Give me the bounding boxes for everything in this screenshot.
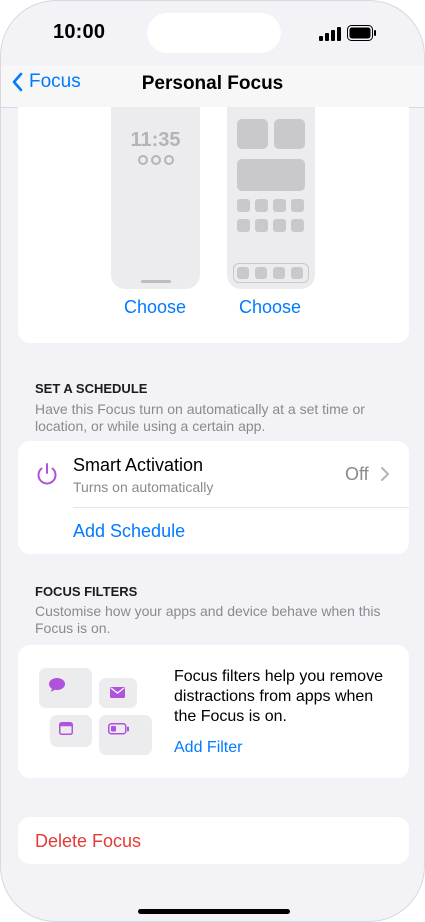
chevron-right-icon: [381, 467, 389, 481]
home-dock: [233, 263, 309, 283]
home-app-icon: [255, 199, 268, 212]
lock-screen-preview[interactable]: 11:35: [111, 107, 200, 289]
row-separator: [73, 507, 409, 508]
power-icon: [37, 463, 57, 485]
home-app-icon: [291, 199, 304, 212]
filter-tile: [99, 715, 152, 755]
home-indicator: [138, 909, 290, 914]
home-app-icon: [273, 199, 286, 212]
schedule-section-description: Have this Focus turn on automatically at…: [35, 401, 365, 434]
filters-section-description: Customise how your apps and device behav…: [35, 603, 381, 636]
home-app-icon: [273, 219, 286, 232]
delete-focus-label: Delete Focus: [35, 831, 142, 851]
battery-icon: [347, 25, 376, 41]
filters-section-header: FOCUS FILTERS: [35, 584, 138, 599]
add-filter-button[interactable]: Add Filter: [174, 739, 242, 757]
home-widget-tile: [237, 119, 268, 149]
filter-tile: [99, 678, 137, 708]
home-app-icon: [237, 219, 250, 232]
dynamic-island: [147, 13, 281, 53]
smart-activation-row[interactable]: Smart Activation Turns on automatically …: [18, 441, 409, 507]
status-time: 10:00: [53, 21, 106, 43]
focus-filters-card: Focus filters help you remove distractio…: [18, 645, 409, 778]
lock-screen-home-indicator: [141, 280, 171, 283]
home-app-icon: [291, 219, 304, 232]
home-widget-tile: [237, 159, 305, 191]
navigation-bar: Focus Personal Focus: [1, 65, 424, 108]
status-bar: 10:00: [1, 1, 424, 65]
schedule-card: Smart Activation Turns on automatically …: [18, 441, 409, 554]
page-title: Personal Focus: [141, 73, 284, 94]
home-screen-preview[interactable]: [227, 107, 315, 289]
filter-tile: [50, 715, 92, 747]
choose-home-screen-button[interactable]: Choose: [239, 297, 301, 318]
mail-icon: [110, 687, 125, 698]
choose-lock-screen-button[interactable]: Choose: [124, 297, 186, 318]
filter-tile: [39, 668, 92, 708]
home-widget-tile: [274, 119, 305, 149]
delete-focus-button[interactable]: Delete Focus: [18, 817, 409, 864]
screens-preview-card: 11:35 Choose Choose: [18, 107, 409, 343]
battery-filter-icon: [108, 723, 129, 735]
focus-filters-explanation: Focus filters help you remove distractio…: [174, 668, 383, 725]
schedule-section-header: SET A SCHEDULE: [35, 381, 148, 396]
smart-activation-title: Smart Activation: [73, 455, 204, 475]
smart-activation-subtitle: Turns on automatically: [73, 479, 214, 495]
lock-screen-time: 11:35: [130, 129, 181, 151]
phone-screen: 10:00 Focus Personal Focus 11:35 Choose …: [0, 0, 425, 922]
lock-screen-widgets: [111, 155, 200, 165]
cellular-signal-icon: [319, 27, 341, 41]
calendar-icon: [59, 722, 73, 735]
home-app-icon: [255, 219, 268, 232]
message-icon: [49, 678, 65, 692]
smart-activation-value: Off: [345, 464, 369, 484]
add-schedule-button[interactable]: Add Schedule: [73, 521, 185, 542]
home-app-icon: [237, 199, 250, 212]
